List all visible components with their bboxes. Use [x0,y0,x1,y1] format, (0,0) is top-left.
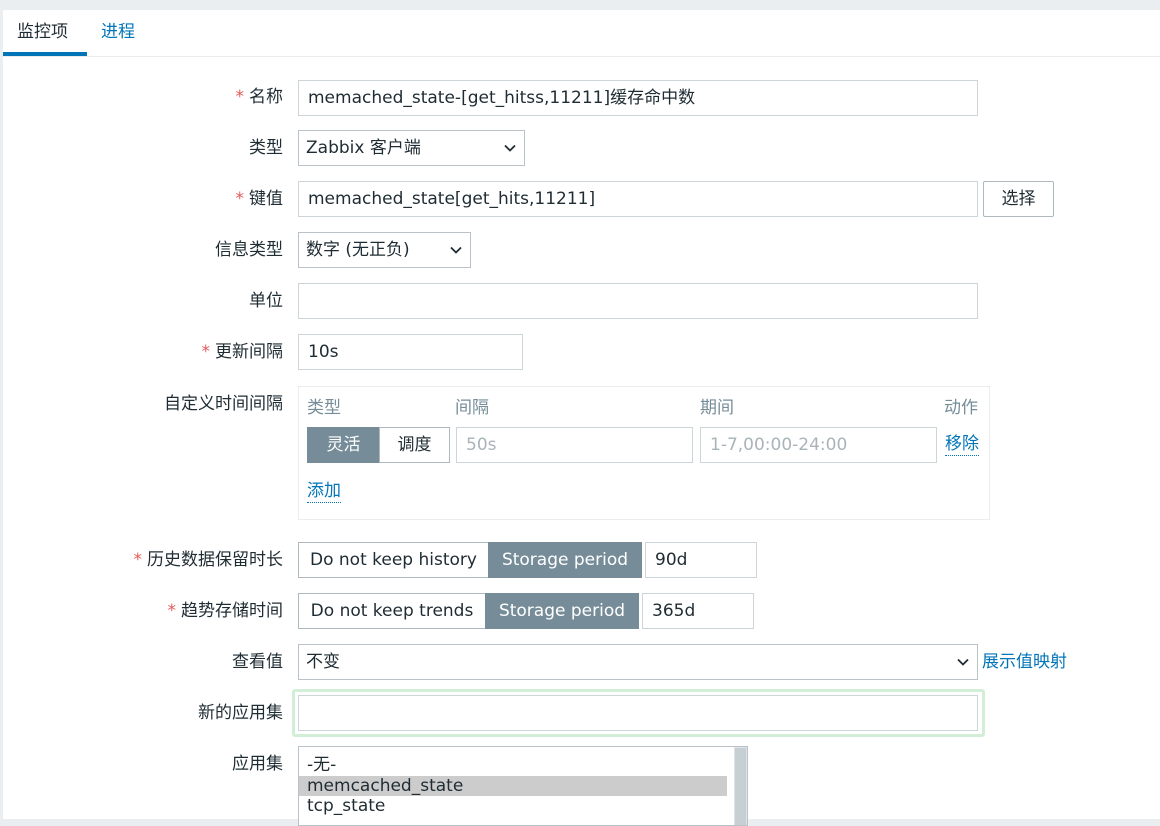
required-marker: * [235,189,245,209]
history-label: * 历史数据保留时长 [134,548,284,572]
tab-preprocessing[interactable]: 进程 [101,20,135,44]
item-form-page: 监控项 进程 * 名称 memached_state-[get_hitss,112… [3,10,1160,826]
trends-period-input[interactable]: 365d [642,593,754,629]
chevron-down-icon [957,658,969,666]
custom-intervals-label: 自定义时间间隔 [164,394,283,414]
info-type-label: 信息类型 [215,240,283,260]
trends-storage-period-toggle[interactable]: Storage period [485,593,639,629]
remove-interval-link[interactable]: 移除 [945,433,979,456]
key-select-button[interactable]: 选择 [983,181,1054,217]
new-application-input[interactable] [298,695,978,731]
scrollbar-thumb[interactable] [735,748,746,825]
custom-intervals-table: 类型 间隔 期间 动作 灵活 调度 50s 1-7,00:00-24:00 移除… [298,386,990,520]
update-interval-label: * 更新间隔 [202,340,284,364]
history-do-not-keep-toggle[interactable]: Do not keep history [298,542,489,578]
list-item-selected[interactable]: memcached_state [299,775,727,796]
tab-bar: 监控项 进程 [3,10,1160,57]
required-marker: * [167,601,177,621]
update-interval-input[interactable]: 10s [298,334,523,370]
applications-label: 应用集 [232,754,283,774]
period-input[interactable]: 1-7,00:00-24:00 [700,427,937,463]
type-label: 类型 [249,138,283,158]
info-type-select[interactable]: 数字 (无正负) [298,232,471,268]
show-value-select-value: 不变 [306,652,340,672]
show-value-label: 查看值 [232,652,283,672]
history-storage-period-toggle[interactable]: Storage period [488,542,642,578]
list-item[interactable]: tcp_state [299,796,727,817]
required-marker: * [235,87,245,107]
units-label: 单位 [249,291,283,311]
flexible-toggle[interactable]: 灵活 [307,427,380,463]
required-marker: * [133,550,143,570]
col-header-period: 期间 [700,398,734,418]
col-header-action: 动作 [944,398,978,418]
show-value-select[interactable]: 不变 [298,644,978,680]
chevron-down-icon [504,144,516,152]
key-label-text: 键值 [249,189,283,209]
add-interval-link[interactable]: 添加 [307,480,341,503]
col-header-type: 类型 [307,398,341,418]
new-application-label: 新的应用集 [198,703,283,723]
tab-item[interactable]: 监控项 [17,20,68,44]
show-value-mappings-link[interactable]: 展示值映射 [982,650,1067,674]
key-label: * 键值 [236,187,284,211]
key-input[interactable]: memached_state[get_hits,11211] [298,181,978,217]
scheduling-toggle[interactable]: 调度 [379,427,450,463]
trends-label-text: 趋势存储时间 [181,601,283,621]
list-item[interactable]: -无- [299,755,727,776]
name-label-text: 名称 [249,87,283,107]
chevron-down-icon [450,246,462,254]
type-select-value: Zabbix 客户端 [306,138,421,158]
history-label-text: 历史数据保留时长 [147,550,283,570]
name-input[interactable]: memached_state-[get_hitss,11211]缓存命中数 [298,80,978,116]
col-header-interval: 间隔 [455,398,489,418]
update-interval-label-text: 更新间隔 [215,342,283,362]
trends-do-not-keep-toggle[interactable]: Do not keep trends [298,593,486,629]
applications-listbox[interactable]: -无- memcached_state tcp_state [298,746,748,826]
interval-input[interactable]: 50s [456,427,693,463]
name-label: * 名称 [236,85,284,109]
history-period-input[interactable]: 90d [645,542,757,578]
active-tab-indicator [3,52,87,56]
required-marker: * [201,342,211,362]
units-input[interactable] [298,283,978,319]
applications-list: -无- memcached_state tcp_state [299,747,747,817]
info-type-select-value: 数字 (无正负) [306,240,410,260]
listbox-scrollbar[interactable] [734,747,747,825]
trends-label: * 趋势存储时间 [168,599,284,623]
type-select[interactable]: Zabbix 客户端 [298,130,525,166]
